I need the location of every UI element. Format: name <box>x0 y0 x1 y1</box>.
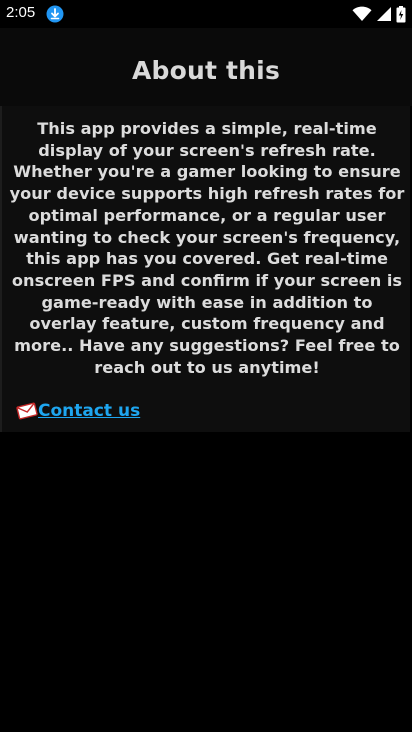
contact-us-button[interactable]: Contact us <box>16 399 140 423</box>
signal-icon <box>377 7 391 21</box>
contact-us-link[interactable]: Contact us <box>38 401 140 421</box>
battery-icon <box>396 5 406 22</box>
status-bar: 2:05 <box>0 0 412 28</box>
status-time: 2:05 <box>6 4 36 21</box>
status-icons <box>352 5 406 23</box>
wifi-icon <box>352 6 372 21</box>
download-icon <box>46 5 64 23</box>
mail-icon <box>16 402 38 420</box>
page-title: About this <box>131 56 281 85</box>
about-description: This app provides a simple, real-time di… <box>9 119 405 377</box>
